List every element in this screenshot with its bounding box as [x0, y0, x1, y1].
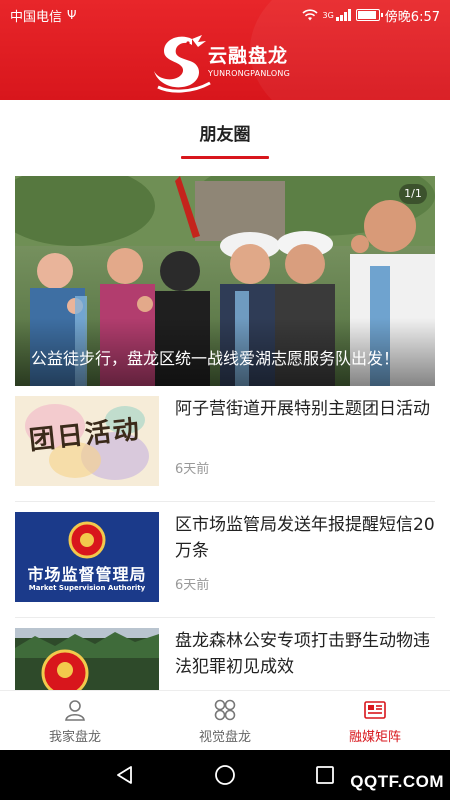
news-title: 盘龙森林公安专项打击野生动物违法犯罪初见成效 — [175, 631, 430, 677]
logo-subtitle: YUNRONGPANLONG — [208, 68, 290, 78]
hero-banner[interactable]: 1/1 公益徒步行，盘龙区统一战线爱湖志愿服务队出发！ — [15, 176, 435, 386]
thumb-title: 市场监督管理局 — [27, 565, 147, 584]
tab-active-indicator — [181, 156, 269, 159]
bottom-tab-label: 融媒矩阵 — [348, 729, 401, 745]
logo-text: 云融盘龙 YUNRONGPANLONG — [208, 41, 290, 78]
battery-fill — [357, 11, 376, 19]
signal-icon — [335, 9, 351, 21]
newspaper-icon — [364, 700, 386, 719]
bottom-tab-bar: 我家盘龙 视觉盘龙 融媒矩阵 — [0, 690, 450, 750]
system-nav-bar: QQTF.COM — [0, 750, 450, 800]
bottom-tab-label: 我家盘龙 — [48, 729, 101, 745]
status-bar: 中国电信 Ψ 3G 傍晚6:57 — [0, 0, 450, 30]
news-item[interactable]: 市场监督管理局 Market Supervision Authority 区市场… — [15, 502, 435, 618]
recent-apps-icon[interactable] — [313, 763, 337, 787]
person-icon — [65, 699, 85, 721]
news-item[interactable]: 团日活动 阿子营街道开展特别主题团日活动 6天前 — [15, 386, 435, 502]
app-header: 中国电信 Ψ 3G 傍晚6:57 云融盘龙 YUNRONGPANLONG — [0, 0, 450, 100]
bottom-tab-home[interactable]: 我家盘龙 — [0, 691, 150, 751]
thumb-subtitle: Market Supervision Authority — [28, 584, 146, 592]
status-left: 中国电信 Ψ — [10, 6, 76, 25]
dragon-logo-icon — [154, 35, 211, 93]
news-title: 阿子营街道开展特别主题团日活动 — [175, 399, 430, 419]
app-logo: 云融盘龙 YUNRONGPANLONG — [152, 28, 312, 96]
wifi-icon — [301, 9, 318, 21]
back-icon[interactable] — [113, 763, 137, 787]
clock: 傍晚6:57 — [384, 9, 440, 25]
bottom-tab-label: 视觉盘龙 — [198, 729, 251, 745]
battery-icon — [355, 9, 383, 21]
home-icon[interactable] — [213, 763, 237, 787]
news-title: 区市场监管局发送年报提醒短信20万条 — [175, 515, 435, 561]
carrier-name: 中国电信 — [10, 9, 63, 25]
news-thumbnail: 团日活动 — [15, 396, 159, 486]
hero-image-counter: 1/1 — [399, 184, 427, 204]
usb-icon: Ψ — [67, 8, 77, 22]
bottom-tab-media-matrix[interactable]: 融媒矩阵 — [300, 691, 450, 751]
clover-icon — [214, 699, 236, 720]
hero-caption: 公益徒步行，盘龙区统一战线爱湖志愿服务队出发！ — [15, 318, 435, 386]
status-right: 3G 傍晚6:57 — [301, 6, 440, 25]
news-time: 6天前 — [175, 578, 210, 593]
tab-strip: 朋友圈 — [0, 100, 450, 160]
network-type: 3G — [322, 10, 334, 20]
bottom-tab-visual[interactable]: 视觉盘龙 — [150, 691, 300, 751]
watermark: QQTF.COM — [350, 772, 444, 791]
news-time: 6天前 — [175, 462, 210, 477]
logo-title: 云融盘龙 — [208, 44, 289, 67]
news-thumbnail: 市场监督管理局 Market Supervision Authority — [15, 512, 159, 602]
tab-friends-circle[interactable]: 朋友圈 — [0, 120, 450, 145]
